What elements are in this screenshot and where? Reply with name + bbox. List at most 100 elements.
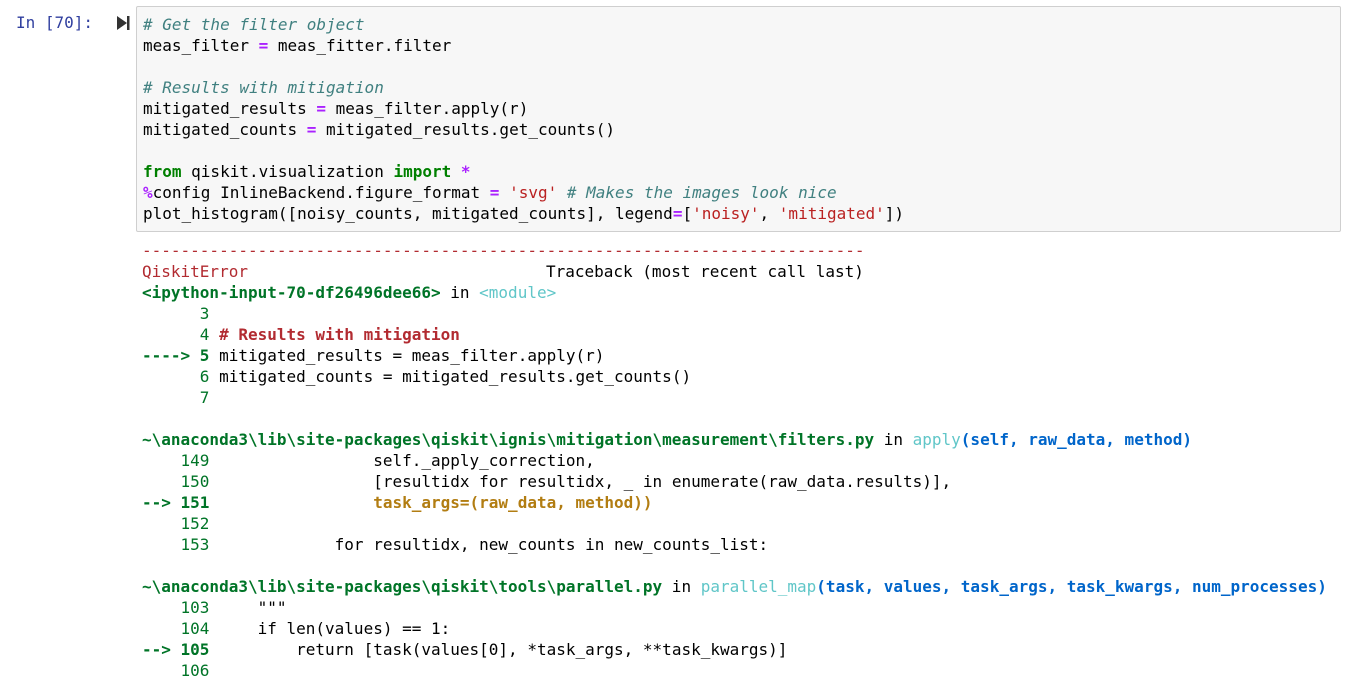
frame-path: ~\anaconda3\lib\site-packages\qiskit\too…	[142, 577, 663, 596]
frame-code: """	[209, 598, 287, 617]
comment: # Results with mitigation	[143, 78, 384, 97]
frame-code: [resultidx for resultidx, _ in enumerate…	[209, 472, 952, 491]
traceback-separator: ----------------------------------------…	[142, 241, 865, 260]
frame-line: 103 """	[142, 597, 1347, 618]
code-line-4: # Results with mitigation	[143, 77, 1340, 98]
frame-code: if len(values) == 1:	[209, 619, 451, 638]
frame-code: # Results with mitigation	[209, 325, 460, 344]
frame-header: ~\anaconda3\lib\site-packages\qiskit\too…	[142, 576, 1347, 597]
code-line-10: plot_histogram([noisy_counts, mitigated_…	[143, 203, 1340, 224]
code-token: config InlineBackend.figure_format	[152, 183, 490, 202]
error-name: QiskitError	[142, 262, 248, 281]
operator: =	[316, 99, 327, 118]
line-number: 3	[142, 304, 210, 323]
code-line-9: %config InlineBackend.figure_format = 's…	[143, 182, 1340, 203]
frame-header: <ipython-input-70-df26496dee66> in <modu…	[142, 282, 1347, 303]
frame-line-current: --> 105 return [task(values[0], *task_ar…	[142, 639, 1347, 660]
frame-code: return [task(values[0], *task_args, **ta…	[209, 640, 788, 659]
operator: =	[672, 204, 683, 223]
string-literal: 'noisy'	[692, 204, 760, 223]
frame-code: for resultidx, new_counts in new_counts_…	[209, 535, 769, 554]
line-number: 104	[142, 619, 210, 638]
frame-func: apply	[912, 430, 961, 449]
frame-args: (task, values, task_args, task_kwargs, n…	[816, 577, 1327, 596]
code-token: meas_fitter.filter	[268, 36, 452, 55]
line-number: 4	[142, 325, 210, 344]
cell-output-traceback[interactable]: ----------------------------------------…	[142, 240, 1347, 681]
code-editor[interactable]: # Get the filter object meas_filter = mea…	[136, 6, 1341, 232]
frame-line: 7	[142, 387, 1347, 408]
current-line-arrow: --> 151	[142, 493, 210, 512]
code-token: plot_histogram([noisy_counts, mitigated_…	[143, 204, 673, 223]
line-number: 149	[142, 451, 210, 470]
code-token: [	[682, 204, 693, 223]
frame-line: 6 mitigated_counts = mitigated_results.g…	[142, 366, 1347, 387]
traceback-header-right: Traceback (most recent call last)	[545, 262, 864, 281]
string-literal: 'mitigated'	[778, 204, 885, 223]
frame-code: self._apply_correction,	[209, 451, 595, 470]
operator: =	[258, 36, 269, 55]
run-cell-icon[interactable]	[116, 15, 130, 31]
line-number: 150	[142, 472, 210, 491]
frame-line: 149 self._apply_correction,	[142, 450, 1347, 471]
frame-func: parallel_map	[700, 577, 817, 596]
code-token: ,	[759, 204, 779, 223]
code-token: qiskit.visualization	[181, 162, 394, 181]
line-number: 153	[142, 535, 210, 554]
frame-line: 152	[142, 513, 1347, 534]
code-token: ])	[884, 204, 905, 223]
frame-args: (self, raw_data, method)	[960, 430, 1192, 449]
code-token: mitigated_results.get_counts()	[316, 120, 616, 139]
line-number: 103	[142, 598, 210, 617]
code-text: # Get the filter object meas_filter = mea…	[137, 7, 1340, 224]
frame-code: mitigated_results = meas_filter.apply(r)	[209, 346, 605, 365]
frame-location: <ipython-input-70-df26496dee66>	[142, 283, 441, 302]
frame-in: in	[874, 430, 913, 449]
line-number: 152	[142, 514, 210, 533]
code-line-2: meas_filter = meas_fitter.filter	[143, 35, 1340, 56]
frame-code: task_args=(raw_data, method))	[209, 493, 653, 512]
current-line-arrow: ----> 5	[142, 346, 210, 365]
frame-line: 150 [resultidx for resultidx, _ in enume…	[142, 471, 1347, 492]
frame-line-current: ----> 5 mitigated_results = meas_filter.…	[142, 345, 1347, 366]
code-token: mitigated_counts	[143, 120, 307, 139]
frame-line: 104 if len(values) == 1:	[142, 618, 1347, 639]
line-number: 106	[142, 661, 210, 680]
keyword: from	[143, 162, 182, 181]
code-line-8: from qiskit.visualization import *	[143, 161, 1340, 182]
code-token: meas_filter.apply(r)	[326, 99, 529, 118]
line-number: 6	[142, 367, 210, 386]
frame-line: 153 for resultidx, new_counts in new_cou…	[142, 534, 1347, 555]
operator: *	[460, 162, 471, 181]
string-literal: 'svg'	[509, 183, 558, 202]
frame-header: ~\anaconda3\lib\site-packages\qiskit\ign…	[142, 429, 1347, 450]
code-line-5: mitigated_results = meas_filter.apply(r)	[143, 98, 1340, 119]
traceback-header: QiskitError Traceback (most recent call l…	[142, 261, 1347, 282]
keyword: import	[393, 162, 452, 181]
code-token: mitigated_results	[143, 99, 317, 118]
comment: # Get the filter object	[143, 15, 365, 34]
current-line-arrow: --> 105	[142, 640, 210, 659]
frame-path: ~\anaconda3\lib\site-packages\qiskit\ign…	[142, 430, 875, 449]
operator: =	[306, 120, 317, 139]
frame-line: 4 # Results with mitigation	[142, 324, 1347, 345]
comment: # Makes the images look nice	[566, 183, 837, 202]
code-line-6: mitigated_counts = mitigated_results.get…	[143, 119, 1340, 140]
magic-prefix: %	[143, 183, 153, 202]
frame-line: 3	[142, 303, 1347, 324]
frame-line: 106	[142, 660, 1347, 681]
frame-line-current: --> 151 task_args=(raw_data, method))	[142, 492, 1347, 513]
frame-in: in	[662, 577, 701, 596]
line-number: 7	[142, 388, 210, 407]
code-line-1: # Get the filter object	[143, 14, 1340, 35]
frame-func: <module>	[479, 283, 557, 302]
code-token: meas_filter	[143, 36, 259, 55]
cell-prompt: In [70]:	[16, 13, 94, 32]
frame-code: mitigated_counts = mitigated_results.get…	[209, 367, 692, 386]
